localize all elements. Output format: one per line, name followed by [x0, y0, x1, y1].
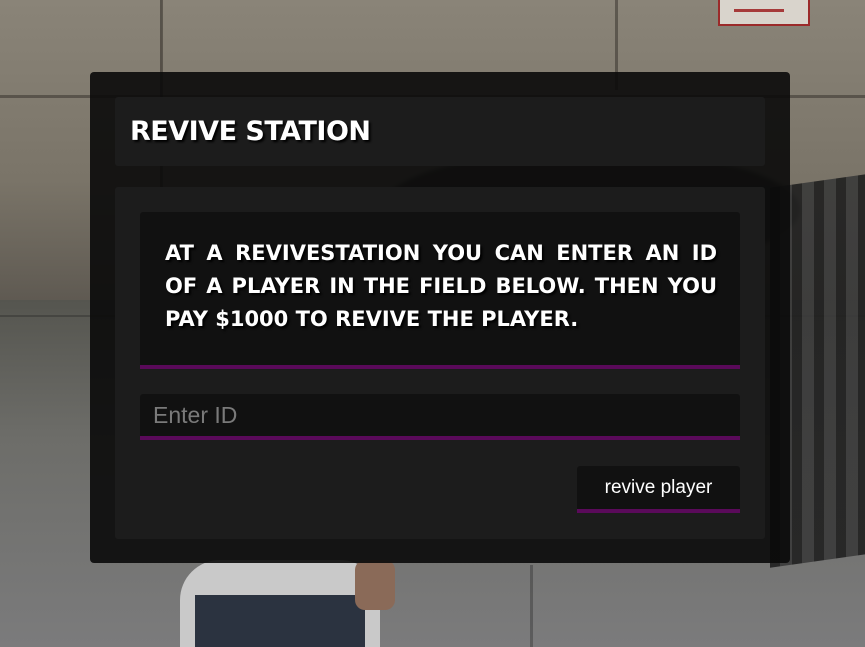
player-arm — [355, 560, 395, 610]
panel-title: REVIVE STATION — [130, 116, 371, 147]
panel-body: AT A REVIVESTATION YOU CAN ENTER AN ID O… — [115, 187, 765, 539]
player-jeans — [195, 595, 365, 647]
info-box: AT A REVIVESTATION YOU CAN ENTER AN ID O… — [140, 212, 740, 369]
pavement-line — [530, 565, 533, 647]
player-id-input[interactable] — [140, 394, 740, 440]
revive-player-button[interactable]: revive player — [577, 466, 740, 513]
revive-station-panel: REVIVE STATION AT A REVIVESTATION YOU CA… — [90, 72, 790, 563]
info-text: AT A REVIVESTATION YOU CAN ENTER AN ID O… — [165, 241, 717, 331]
wall-sign — [718, 0, 810, 26]
panel-header: REVIVE STATION — [115, 97, 765, 166]
